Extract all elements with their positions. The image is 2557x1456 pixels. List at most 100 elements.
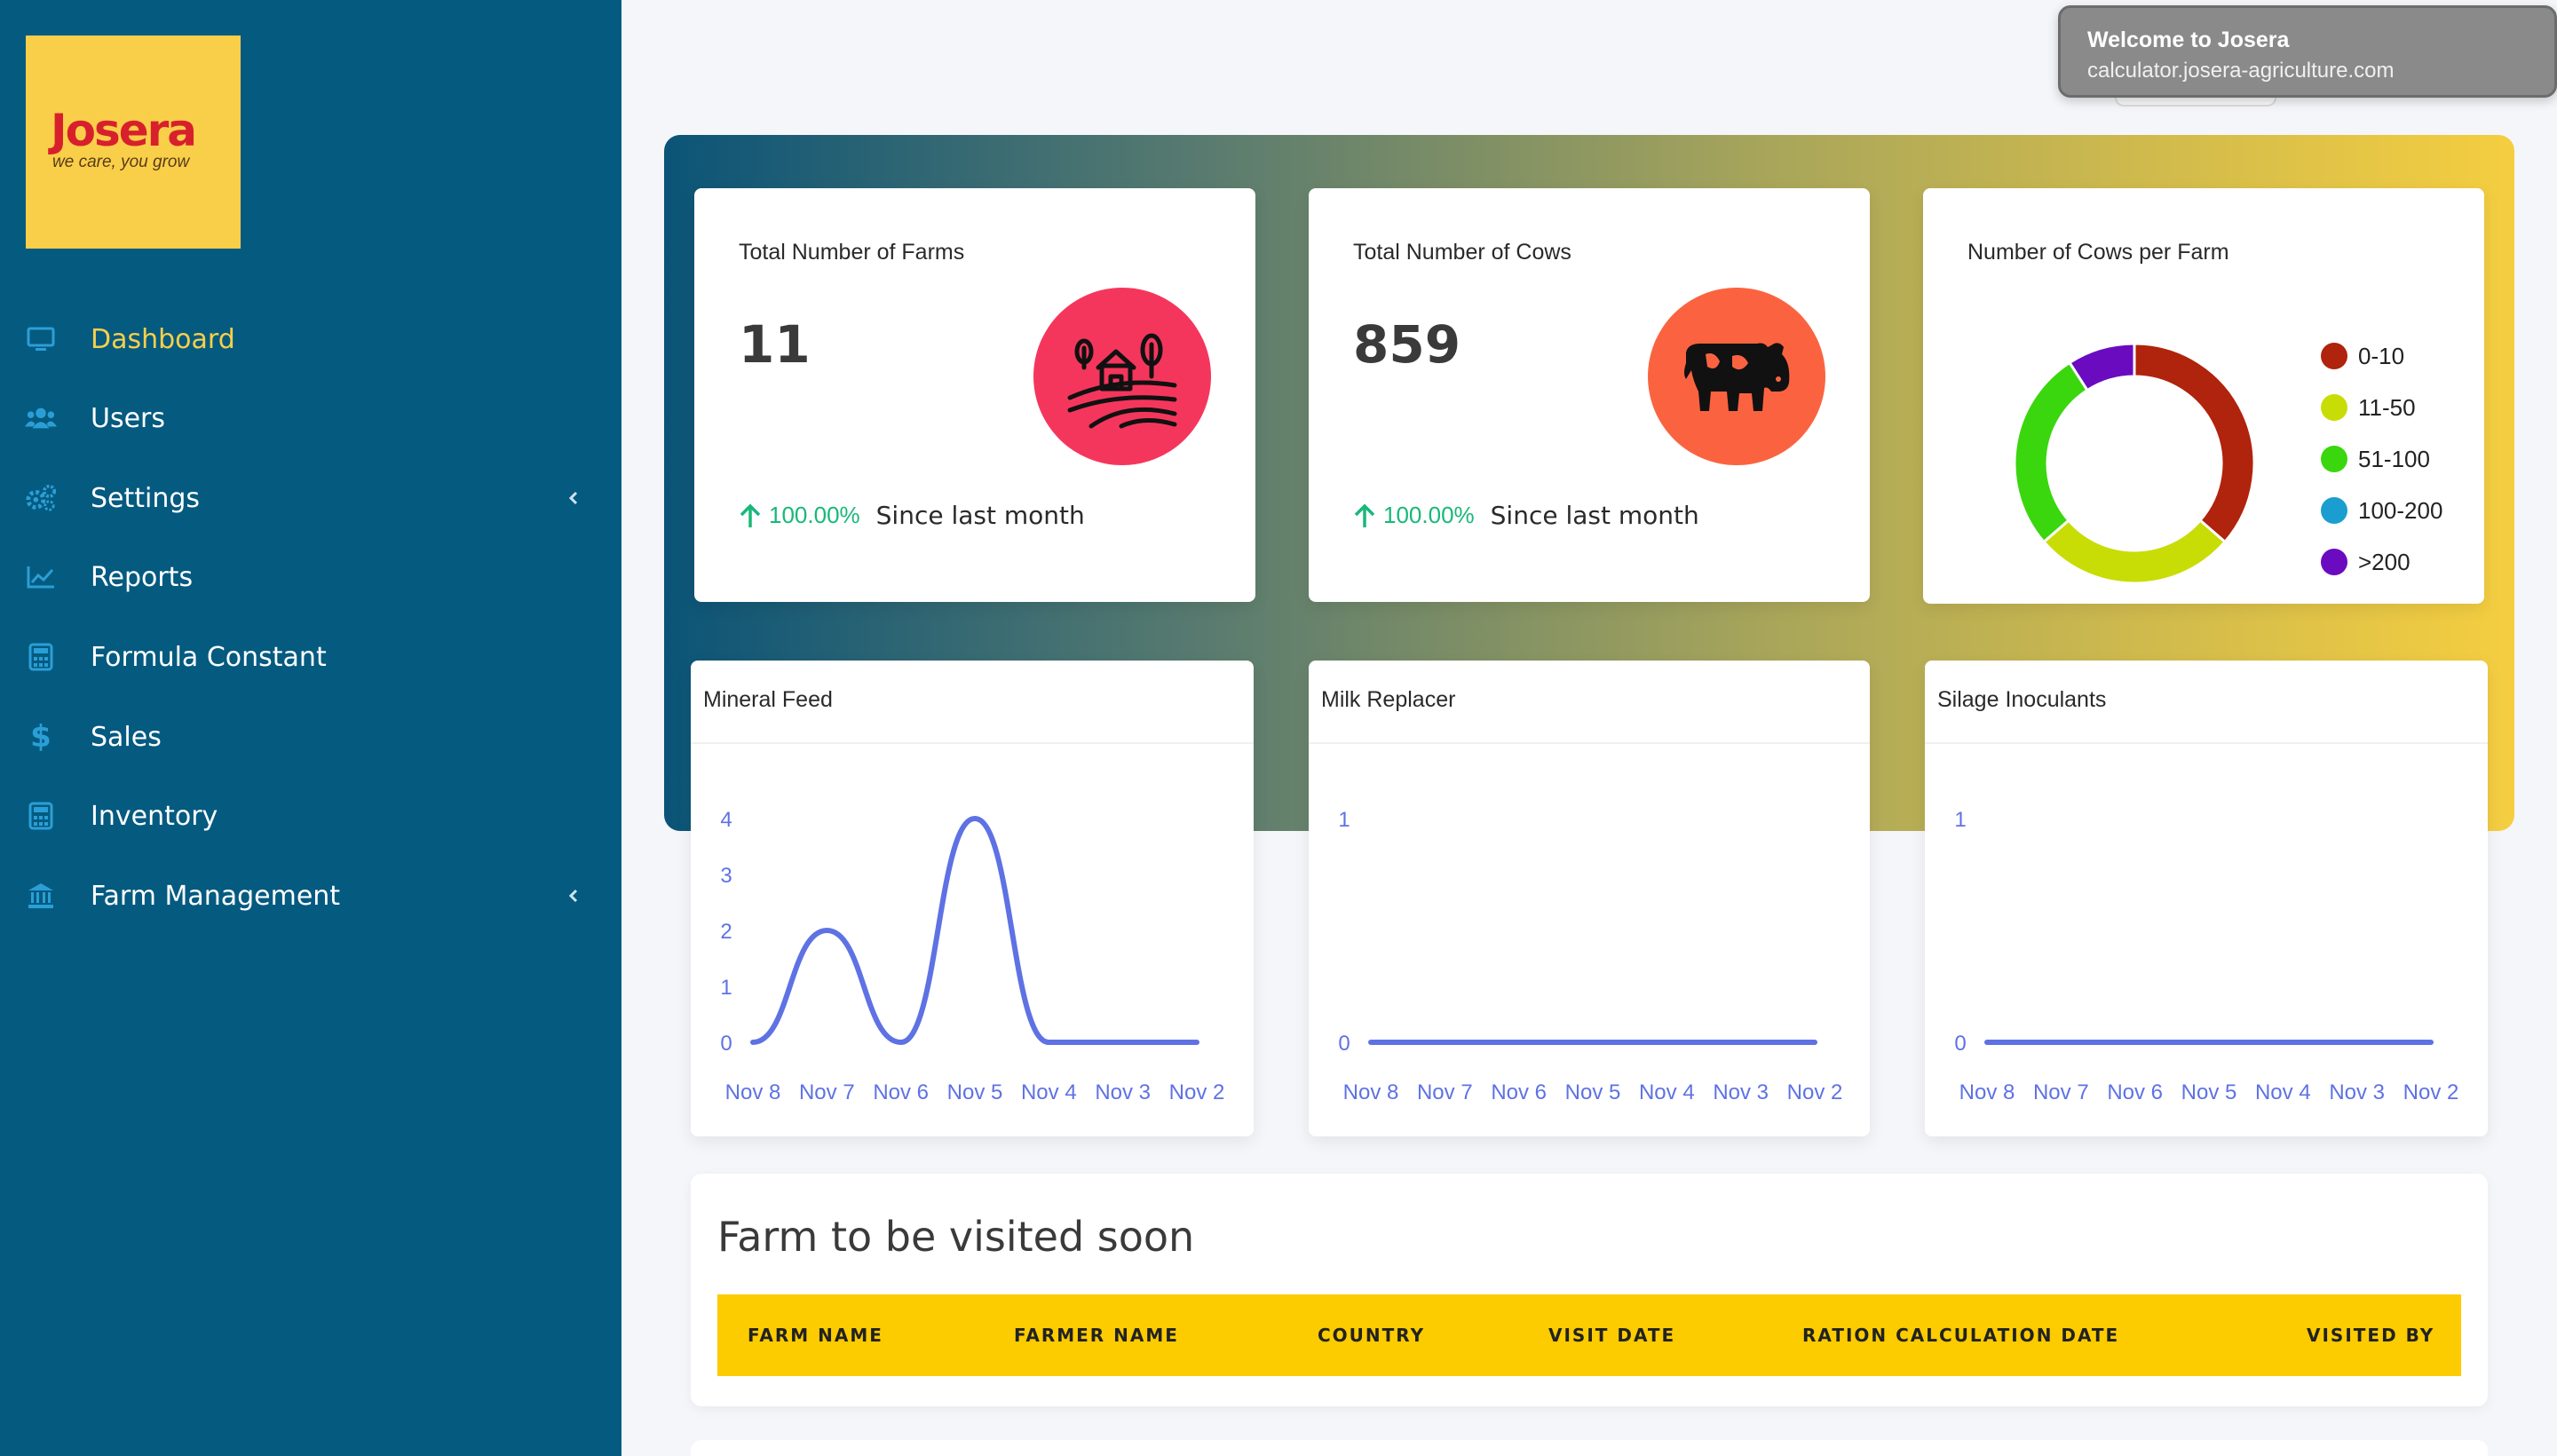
sidebar-item-label: Sales [91,721,162,753]
column-header-farm-name[interactable]: FARM NAME [748,1325,883,1346]
sidebar-item-label: Formula Constant [91,641,327,673]
milk-replacer-chart-card: Milk Replacer 0 1 Nov 8 Nov 7 Nov 6 Nov 5 Nov … [1309,661,1870,1136]
silage-inoculants-chart: 0 1 Nov 8 Nov 7 Nov 6 Nov 5 Nov 4 Nov 3 Nov 2 [1954,808,2458,1104]
legend-label: 100-200 [2358,496,2443,524]
y-tick-label: 2 [720,920,732,944]
card-title: Number of Cows per Farm [1967,240,2229,265]
y-tick-label: 1 [1338,808,1350,832]
donut-slice-11-50[interactable] [2041,518,2228,585]
column-header-visited-by[interactable]: VISITED BY [2307,1325,2434,1346]
sidebar-item-inventory[interactable]: Inventory [0,780,621,851]
josera-logo[interactable]: Josera we care, you grow [26,36,241,249]
legend-item[interactable]: 100-200 [2321,485,2442,536]
card-title: Total Number of Farms [739,240,965,265]
card-title: Total Number of Cows [1353,240,1571,265]
farm-icon [1033,288,1211,465]
sidebar-item-sales[interactable]: $ Sales [0,701,621,772]
column-header-farmer-name[interactable]: FARMER NAME [1014,1325,1179,1346]
legend-item[interactable]: 0-10 [2321,330,2442,382]
legend-swatch [2321,497,2347,524]
sidebar-item-label: Inventory [91,800,218,832]
chart-title: Mineral Feed [703,687,833,712]
legend-swatch [2321,343,2347,369]
logo-wordmark: Josera [51,105,197,156]
users-icon [25,402,57,434]
y-tick-label: 0 [1954,1032,1966,1056]
legend-item[interactable]: 51-100 [2321,433,2442,485]
notification-title: Welcome to Josera [2087,28,2290,52]
sidebar-item-label: Farm Management [91,880,341,912]
sidebar-item-label: Dashboard [91,323,235,355]
donut-slice-0-10[interactable] [2133,342,2256,544]
change-percent: 100.00% [769,502,860,528]
change-label: Since last month [875,501,1085,530]
calculator-icon [25,641,57,673]
y-tick-label: 4 [720,808,732,832]
cows-per-farm-card: Number of Cows per Farm 0-10 11-50 51-100 1… [1923,188,2484,604]
mineral-feed-chart: 0 1 2 3 4 Nov 8 Nov 7 Nov 6 Nov 5 Nov 4 Nov 3 Nov 2 [720,808,1225,1104]
y-tick-label: 0 [1338,1032,1350,1056]
x-tick-label: Nov 8 [725,1080,781,1104]
mineral-feed-chart-card: Mineral Feed 0 1 2 3 4 Nov 8 Nov 7 Nov 6 Nov 5 No… [691,661,1254,1136]
sidebar: Josera we care, you grow Dashboard Users… [0,0,621,1456]
legend-item[interactable]: >200 [2321,536,2442,588]
calculator-icon [25,800,57,832]
x-tick-label: Nov 5 [947,1080,1003,1104]
cows-per-farm-donut [2013,342,2256,585]
bank-icon [25,880,57,912]
x-tick-label: Nov 4 [1021,1080,1077,1104]
x-tick-label: Nov 6 [2107,1080,2163,1104]
x-tick-label: Nov 8 [1959,1080,2015,1104]
y-tick-label: 3 [720,864,732,888]
sidebar-item-users[interactable]: Users [0,383,621,454]
legend-swatch [2321,394,2347,421]
x-tick-label: Nov 4 [1639,1080,1695,1104]
x-tick-label: Nov 6 [1491,1080,1547,1104]
welcome-notification[interactable]: Welcome to Josera calculator.josera-agri… [2058,5,2557,98]
column-header-ration-calculation-date[interactable]: RATION CALCULATION DATE [1802,1325,2119,1346]
x-tick-label: Nov 5 [1565,1080,1621,1104]
donut-slice-51-100[interactable] [2013,360,2090,544]
x-tick-label: Nov 3 [2329,1080,2385,1104]
x-tick-label: Nov 2 [1169,1080,1225,1104]
x-tick-label: Nov 7 [1417,1080,1473,1104]
chevron-left-icon [568,889,578,903]
x-tick-label: Nov 6 [873,1080,929,1104]
x-tick-label: Nov 4 [2255,1080,2311,1104]
series-line [750,815,1199,1046]
chart-title: Silage Inoculants [1937,687,2107,712]
sidebar-item-farm-management[interactable]: Farm Management [0,860,621,931]
legend-swatch [2321,446,2347,472]
farms-change: 100.00% Since last month [739,501,1085,530]
sidebar-item-label: Users [91,402,166,434]
sidebar-item-label: Reports [91,561,194,593]
table-header-row: FARM NAME FARMER NAME COUNTRY VISIT DATE… [717,1294,2461,1376]
x-tick-label: Nov 8 [1343,1080,1399,1104]
legend-label: 11-50 [2358,393,2416,421]
column-header-visit-date[interactable]: VISIT DATE [1548,1325,1675,1346]
donut-legend: 0-10 11-50 51-100 100-200 >200 [2321,330,2442,588]
x-tick-label: Nov 3 [1095,1080,1151,1104]
chart-line-icon [25,561,57,593]
legend-item[interactable]: 11-50 [2321,382,2442,433]
legend-label: >200 [2358,548,2411,575]
arrow-up-icon [740,503,761,527]
sidebar-item-formula-constant[interactable]: Formula Constant [0,621,621,692]
column-header-country[interactable]: COUNTRY [1318,1325,1425,1346]
sidebar-item-dashboard[interactable]: Dashboard [0,304,621,375]
change-percent: 100.00% [1383,502,1475,528]
sidebar-item-reports[interactable]: Reports [0,542,621,613]
divider [691,742,1254,744]
x-tick-label: Nov 7 [799,1080,855,1104]
y-tick-label: 1 [1954,808,1966,832]
total-farms-value: 11 [739,314,811,375]
cows-change: 100.00% Since last month [1353,501,1699,530]
cow-icon [1648,288,1825,465]
x-tick-label: Nov 2 [1787,1080,1843,1104]
total-farms-card: Total Number of Farms 11 100.00% Since l… [694,188,1255,602]
logo-tagline: we care, you grow [52,153,190,171]
legend-label: 51-100 [2358,445,2430,472]
divider [1309,742,1870,744]
sidebar-item-settings[interactable]: Settings [0,463,621,534]
arrow-up-icon [1354,503,1375,527]
